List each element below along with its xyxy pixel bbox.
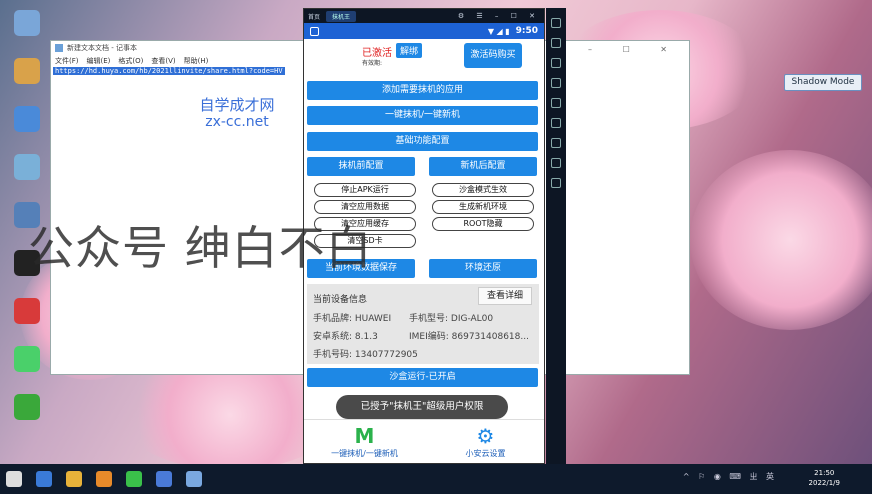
pre-wipe-config-button[interactable]: 抹机前配置	[307, 157, 415, 176]
window-controls[interactable]: – ☐ ✕	[588, 45, 681, 54]
taskbar-app-icon[interactable]	[156, 471, 172, 487]
wechat-icon[interactable]	[126, 471, 142, 487]
android-statusbar: ▼ ◢ ▮ 9:50	[304, 23, 544, 39]
m-logo-icon: M	[354, 424, 375, 448]
sandbox-mode-pill[interactable]: 沙盒模式生效	[432, 183, 534, 197]
keyboard-icon[interactable]	[551, 18, 561, 28]
status-time: 9:50	[515, 26, 538, 36]
view-details-button[interactable]: 查看详细	[478, 287, 532, 305]
app-icon	[14, 346, 40, 372]
emulator-active-tab[interactable]: 抹机王	[326, 10, 357, 22]
emulator-side-toolbar[interactable]	[546, 8, 566, 464]
start-icon[interactable]	[6, 471, 22, 487]
clock-time: 21:50	[814, 469, 835, 477]
device-brand: 手机品牌: HUAWEI	[313, 314, 392, 324]
one-key-wipe-button[interactable]: 一键抹机/一键新机	[307, 106, 538, 125]
notepad-icon	[55, 44, 63, 52]
signal-battery-icons: ▼ ◢ ▮	[487, 26, 510, 36]
promo-overlay-text: 公众号 绅白不白	[28, 221, 373, 275]
notepad-menu-item[interactable]: 文件(F)	[55, 56, 79, 66]
desktop-shortcut[interactable]	[6, 10, 48, 38]
gen-env-pill[interactable]: 生成新机环境	[432, 200, 534, 214]
unbind-button[interactable]: 解绑	[396, 43, 423, 58]
device-phone-number: 手机号码: 13407772905	[313, 350, 418, 360]
post-new-config-button[interactable]: 新机后配置	[429, 157, 537, 176]
app-icon	[14, 394, 40, 420]
notepad-title: 新建文本文档 - 记事本	[67, 44, 137, 52]
shadow-mode-button[interactable]: Shadow Mode	[784, 74, 862, 91]
apk-install-icon[interactable]	[551, 138, 561, 148]
taskbar-clock[interactable]: 21:50 2022/1/9	[809, 468, 840, 488]
clock-date: 2022/1/9	[808, 479, 840, 487]
expiry-label: 有效期:	[362, 60, 383, 67]
buy-activation-code-button[interactable]: 激活码购买	[464, 43, 522, 68]
notepad-menu-item[interactable]: 帮助(H)	[184, 56, 209, 66]
taskbar-app-icon[interactable]	[96, 471, 112, 487]
device-info-panel: 当前设备信息 查看详细 手机品牌: HUAWEI 手机型号: DIG-AL00 …	[307, 284, 539, 364]
stop-apk-pill[interactable]: 停止APK运行	[314, 183, 416, 197]
app-icon	[14, 154, 40, 180]
app-icon	[14, 298, 40, 324]
gear-icon: ⚙	[476, 424, 495, 448]
basic-config-button[interactable]: 基础功能配置	[307, 132, 538, 151]
system-tray[interactable]: ^ ⚐ ◉ ⌨ ㄓ 英	[683, 471, 777, 482]
emulator-toolbar: 首页 抹机王 ⚙ ☰ – ☐ ✕	[304, 9, 544, 23]
activation-status: 已激活	[362, 48, 392, 59]
shake-icon[interactable]	[551, 158, 561, 168]
root-hide-pill[interactable]: ROOT隐藏	[432, 217, 534, 231]
add-apps-button[interactable]: 添加需要抹机的应用	[307, 81, 538, 100]
activation-section: 已激活 有效期: 解绑 激活码购买	[304, 39, 544, 71]
watermark-url: zx-cc.net	[205, 114, 269, 130]
nav-cloud-settings[interactable]: ⚙ 小安云设置	[425, 420, 544, 463]
nav-label: 小安云设置	[465, 449, 506, 458]
desktop-shortcut[interactable]	[6, 394, 48, 422]
notepad-selected-url[interactable]: https://hd.huya.com/hb/2021llinvite/shar…	[53, 67, 285, 75]
notepad-menu-item[interactable]: 编辑(E)	[87, 56, 111, 66]
android-version: 安卓系统: 8.1.3	[313, 332, 378, 342]
device-model: 手机型号: DIG-AL00	[409, 314, 494, 324]
sandbox-running-button[interactable]: 沙盒运行-已开启	[307, 368, 538, 387]
location-icon[interactable]	[551, 118, 561, 128]
notepad-menu-item[interactable]: 格式(O)	[118, 56, 143, 66]
volume-down-icon[interactable]	[551, 58, 561, 68]
site-watermark: 自学成才网 zx-cc.net	[190, 97, 284, 131]
desktop-shortcut[interactable]	[6, 346, 48, 374]
app-notification-icon	[310, 26, 319, 36]
volume-up-icon[interactable]	[551, 38, 561, 48]
emulator-home-tab[interactable]: 首页	[308, 12, 320, 21]
blossom-decoration	[690, 150, 872, 330]
app-icon	[14, 10, 40, 36]
device-imei: IMEI编码: 869731408618...	[409, 332, 529, 342]
bottom-navigation: M 一键抹机/一键新机 ⚙ 小安云设置	[304, 419, 544, 463]
desktop-shortcut[interactable]	[6, 58, 48, 86]
emulator-window-controls[interactable]: ⚙ ☰ – ☐ ✕	[458, 12, 540, 20]
taskbar-app-icon[interactable]	[66, 471, 82, 487]
app-icon	[14, 106, 40, 132]
notepad-taskbar-icon[interactable]	[186, 471, 202, 487]
restore-env-button[interactable]: 环境还原	[429, 259, 537, 278]
fullscreen-icon[interactable]	[551, 78, 561, 88]
nav-one-key-wipe[interactable]: M 一键抹机/一键新机	[304, 420, 425, 463]
more-icon[interactable]	[551, 178, 561, 188]
device-info-title: 当前设备信息	[313, 295, 368, 305]
nav-label: 一键抹机/一键新机	[331, 449, 398, 458]
desktop-shortcut[interactable]	[6, 154, 48, 182]
desktop-shortcut[interactable]	[6, 298, 48, 326]
desktop-shortcut[interactable]	[6, 106, 48, 134]
root-permission-toast: 已授予"抹机王"超级用户权限	[336, 395, 508, 419]
notepad-menu-item[interactable]: 查看(V)	[151, 56, 175, 66]
screenshot-icon[interactable]	[551, 98, 561, 108]
app-icon	[14, 58, 40, 84]
taskbar-app-icon[interactable]	[36, 471, 52, 487]
watermark-cn: 自学成才网	[199, 96, 275, 114]
